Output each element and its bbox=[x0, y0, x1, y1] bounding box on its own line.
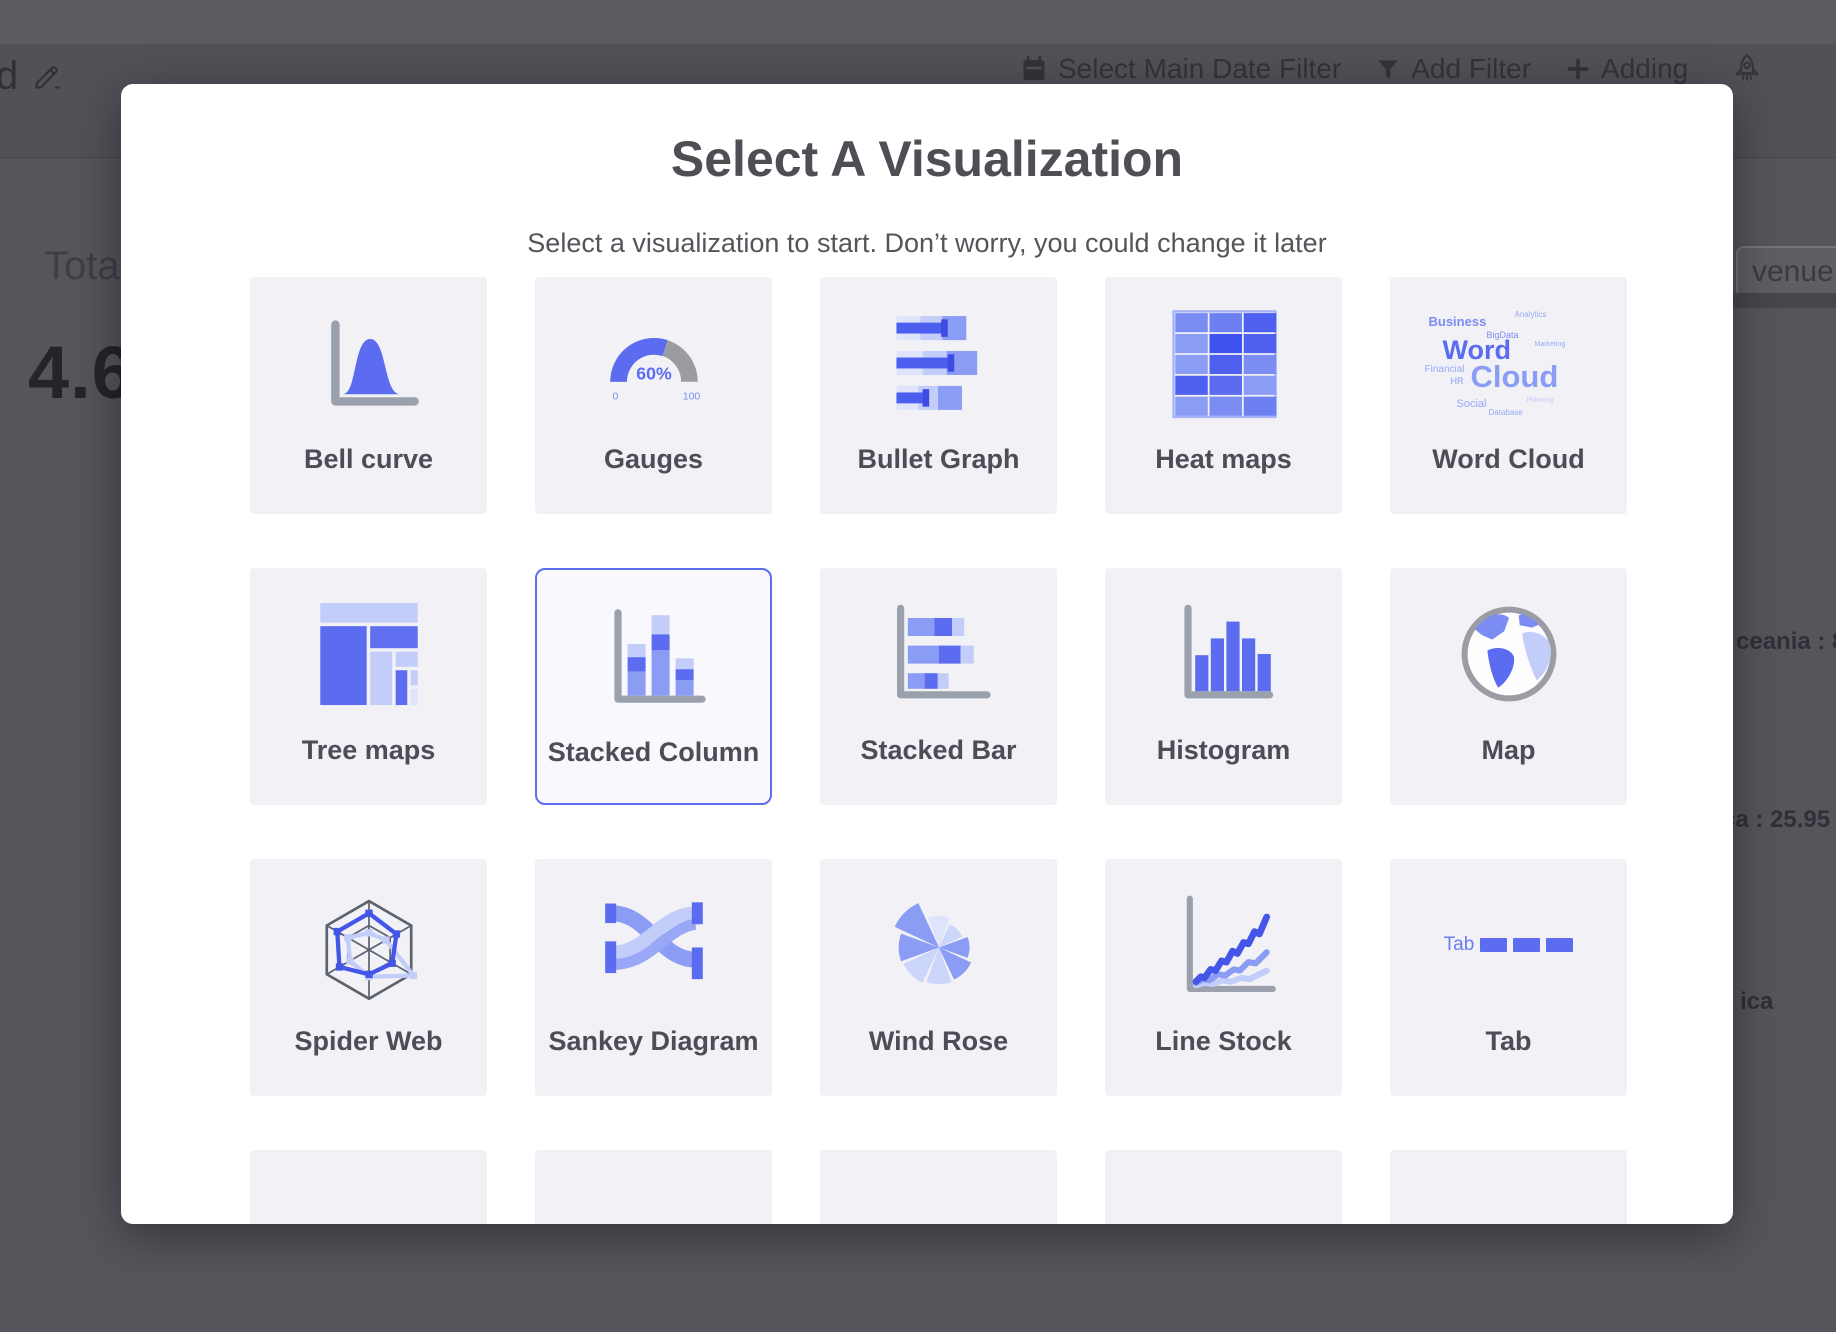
wind-rose-icon bbox=[820, 881, 1057, 1009]
viz-card-sankey-diagram[interactable]: Sankey Diagram bbox=[535, 859, 772, 1096]
rocket-icon bbox=[1730, 52, 1764, 86]
bullet-graph-icon bbox=[820, 299, 1057, 427]
viz-card-label: Word Cloud bbox=[1390, 442, 1627, 477]
viz-card-label: Bell curve bbox=[250, 442, 487, 477]
add-filter-button[interactable]: Add Filter bbox=[1375, 53, 1531, 85]
legend-fragment: ca : 25.95 bbox=[1722, 806, 1830, 834]
select-main-date-filter-button[interactable]: Select Main Date Filter bbox=[1020, 53, 1341, 85]
viz-card-label: Spider Web bbox=[250, 1024, 487, 1059]
viz-card-label: Wind Rose bbox=[820, 1024, 1057, 1059]
viz-card-label: Histogram bbox=[1105, 733, 1342, 768]
add-filter-label: Add Filter bbox=[1411, 53, 1531, 85]
spider-web-icon bbox=[250, 881, 487, 1009]
viz-card-label: Heat maps bbox=[1105, 442, 1342, 477]
viz-card-wind-rose[interactable]: Wind Rose bbox=[820, 859, 1057, 1096]
svg-text:60%: 60% bbox=[636, 364, 672, 384]
viz-card-partial[interactable] bbox=[535, 1150, 772, 1224]
viz-card-partial[interactable] bbox=[1105, 1150, 1342, 1224]
plus-icon bbox=[1565, 56, 1591, 82]
bell-curve-icon bbox=[250, 299, 487, 427]
svg-text:0: 0 bbox=[612, 391, 618, 402]
tab-icon: Tab bbox=[1390, 881, 1627, 1009]
line-stock-icon bbox=[1105, 881, 1342, 1009]
dashboard-toolbar: Select Main Date Filter Add Filter Addin… bbox=[1020, 52, 1764, 86]
viz-card-word-cloud[interactable]: WordCloudBusinessAnalyticsBigDataMarketi… bbox=[1390, 277, 1627, 514]
gauge-icon: 60% 0 100 bbox=[535, 299, 772, 427]
viz-card-heat-maps[interactable]: Heat maps bbox=[1105, 277, 1342, 514]
revenue-select-button[interactable]: venue bbox=[1736, 246, 1836, 298]
backdrop-top-strip bbox=[0, 0, 1836, 44]
legend-fragment: ceania : 8 bbox=[1736, 628, 1836, 656]
viz-card-stacked-bar[interactable]: Stacked Bar bbox=[820, 568, 1057, 805]
viz-card-label: Bullet Graph bbox=[820, 442, 1057, 477]
viz-card-map[interactable]: Map bbox=[1390, 568, 1627, 805]
viz-card-label: Line Stock bbox=[1105, 1024, 1342, 1059]
viz-card-tree-maps[interactable]: Tree maps bbox=[250, 568, 487, 805]
word-cloud-icon: WordCloudBusinessAnalyticsBigDataMarketi… bbox=[1390, 299, 1627, 427]
stacked-column-icon bbox=[537, 592, 770, 720]
viz-card-partial[interactable] bbox=[1390, 1150, 1627, 1224]
tree-map-icon bbox=[250, 590, 487, 718]
histogram-icon bbox=[1105, 590, 1342, 718]
dialog-subtitle: Select a visualization to start. Don’t w… bbox=[121, 226, 1733, 260]
viz-card-label: Stacked Bar bbox=[820, 733, 1057, 768]
dashboard-title-fragment: d bbox=[0, 54, 18, 99]
viz-card-label: Map bbox=[1390, 733, 1627, 768]
viz-card-partial[interactable] bbox=[820, 1150, 1057, 1224]
viz-card-label: Gauges bbox=[535, 442, 772, 477]
viz-card-tab[interactable]: Tab Tab bbox=[1390, 859, 1627, 1096]
kpi-label-fragment: Tota bbox=[44, 244, 120, 289]
legend-fragment: ica bbox=[1740, 988, 1773, 1016]
funnel-icon bbox=[1375, 56, 1401, 82]
heat-map-icon bbox=[1105, 299, 1342, 427]
viz-card-label: Tab bbox=[1390, 1024, 1627, 1059]
viz-card-bell-curve[interactable]: Bell curve bbox=[250, 277, 487, 514]
visualization-grid: Bell curve 60% 0 100 Gauges Bullet Graph Heat… bbox=[250, 277, 1627, 1224]
edit-pencil-icon[interactable] bbox=[32, 60, 64, 97]
adding-label: Adding bbox=[1601, 53, 1688, 85]
viz-card-label: Stacked Column bbox=[537, 735, 770, 770]
svg-text:100: 100 bbox=[682, 391, 700, 402]
date-filter-label: Select Main Date Filter bbox=[1058, 53, 1341, 85]
launch-button[interactable] bbox=[1730, 52, 1764, 86]
viz-card-label: Sankey Diagram bbox=[535, 1024, 772, 1059]
viz-card-gauges[interactable]: 60% 0 100 Gauges bbox=[535, 277, 772, 514]
stacked-bar-icon bbox=[820, 590, 1057, 718]
sankey-diagram-icon bbox=[535, 881, 772, 1009]
viz-card-histogram[interactable]: Histogram bbox=[1105, 568, 1342, 805]
calendar-icon bbox=[1020, 55, 1048, 83]
kpi-value-fragment: 4.6 bbox=[28, 330, 134, 415]
viz-card-label: Tree maps bbox=[250, 733, 487, 768]
select-visualization-dialog: Select A Visualization Select a visualiz… bbox=[121, 84, 1733, 1224]
viz-card-line-stock[interactable]: Line Stock bbox=[1105, 859, 1342, 1096]
viz-card-bullet-graph[interactable]: Bullet Graph bbox=[820, 277, 1057, 514]
map-globe-icon bbox=[1390, 590, 1627, 718]
viz-card-partial[interactable] bbox=[250, 1150, 487, 1224]
dialog-title: Select A Visualization bbox=[121, 132, 1733, 186]
viz-card-stacked-column[interactable]: Stacked Column bbox=[535, 568, 772, 805]
adding-button[interactable]: Adding bbox=[1565, 53, 1688, 85]
viz-card-spider-web[interactable]: Spider Web bbox=[250, 859, 487, 1096]
